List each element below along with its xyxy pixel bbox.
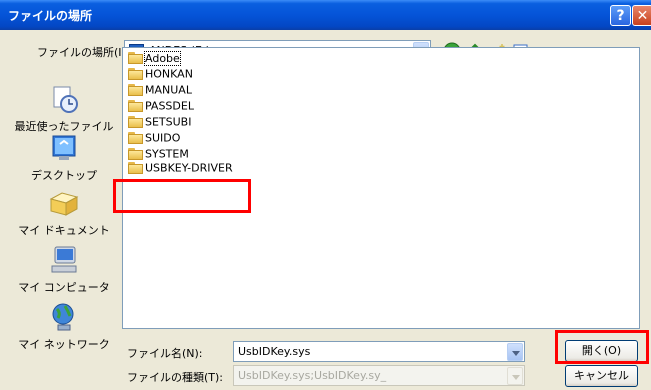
list-item[interactable]: HONKAN (128, 67, 193, 83)
highlight-open-box (555, 330, 649, 364)
place-label: マイ コンピュータ (18, 281, 110, 294)
folder-icon (128, 148, 144, 160)
list-item[interactable]: Adobe (128, 50, 181, 67)
chevron-down-icon (507, 367, 523, 385)
list-item[interactable]: SUIDO (128, 131, 180, 147)
folder-icon (128, 116, 144, 128)
folder-icon (128, 52, 144, 64)
cancel-button[interactable]: キャンセル (565, 365, 638, 387)
list-item[interactable]: MANUAL (128, 83, 192, 99)
my-computer-icon (48, 244, 80, 276)
title-bar[interactable]: ファイルの場所 ? ✕ (0, 0, 651, 30)
place-my-documents[interactable]: マイ ドキュメント (8, 187, 120, 238)
highlight-folder-box (113, 179, 251, 213)
close-button[interactable]: ✕ (632, 5, 651, 26)
chevron-down-icon[interactable] (507, 343, 523, 361)
folder-icon (128, 100, 144, 112)
list-item[interactable]: USBKEY-DRIVER (128, 161, 237, 177)
place-label: マイ ドキュメント (18, 224, 110, 237)
my-network-icon (48, 301, 80, 333)
dialog-title: ファイルの場所 (8, 9, 93, 23)
place-my-computer[interactable]: マイ コンピュータ (8, 244, 120, 295)
folder-icon (128, 132, 144, 144)
help-icon: ? (616, 8, 625, 24)
filetype-dropdown: UsbIDKey.sys;UsbIDKey.sy_ (233, 365, 525, 386)
help-button[interactable]: ? (610, 5, 631, 26)
cancel-button-label: キャンセル (574, 369, 629, 382)
list-item[interactable]: PASSDEL (128, 99, 194, 115)
places-bar: 最近使ったファイル デスクトップ マイ ドキュメント マイ コンピュータ マイ … (8, 45, 120, 385)
filename-value: UsbIDKey.sys (238, 345, 311, 358)
place-desktop[interactable]: デスクトップ (8, 132, 120, 183)
place-my-network[interactable]: マイ ネットワーク (8, 301, 120, 352)
place-label: デスクトップ (31, 169, 97, 182)
open-file-dialog: ファイルの場所 ? ✕ ファイルの場所(I): ANDES (E:) 最近使った (0, 0, 651, 390)
filename-label: ファイル名(N): (127, 347, 203, 360)
list-item-name: PASSDEL (145, 99, 194, 113)
my-documents-icon (48, 187, 80, 219)
recent-icon (48, 83, 80, 115)
folder-icon (128, 162, 144, 174)
filetype-value: UsbIDKey.sys;UsbIDKey.sy_ (238, 369, 387, 382)
folder-icon (128, 68, 144, 80)
desktop-icon (48, 132, 80, 164)
list-item-name: SETSUBI (145, 115, 192, 129)
list-item-name: SYSTEM (145, 147, 189, 161)
list-item-name: SUIDO (145, 131, 181, 145)
list-item[interactable]: SETSUBI (128, 115, 191, 131)
list-item-name: MANUAL (145, 83, 192, 97)
list-item-name: USBKEY-DRIVER (145, 161, 233, 175)
list-item-name: HONKAN (145, 67, 193, 81)
place-label: マイ ネットワーク (18, 338, 110, 351)
place-recent[interactable]: 最近使ったファイル (8, 83, 120, 134)
folder-icon (128, 84, 144, 96)
close-icon: ✕ (636, 8, 649, 24)
filetype-label: ファイルの種類(T): (127, 371, 224, 384)
list-item-name: Adobe (144, 50, 181, 66)
filename-input[interactable]: UsbIDKey.sys (233, 341, 525, 362)
